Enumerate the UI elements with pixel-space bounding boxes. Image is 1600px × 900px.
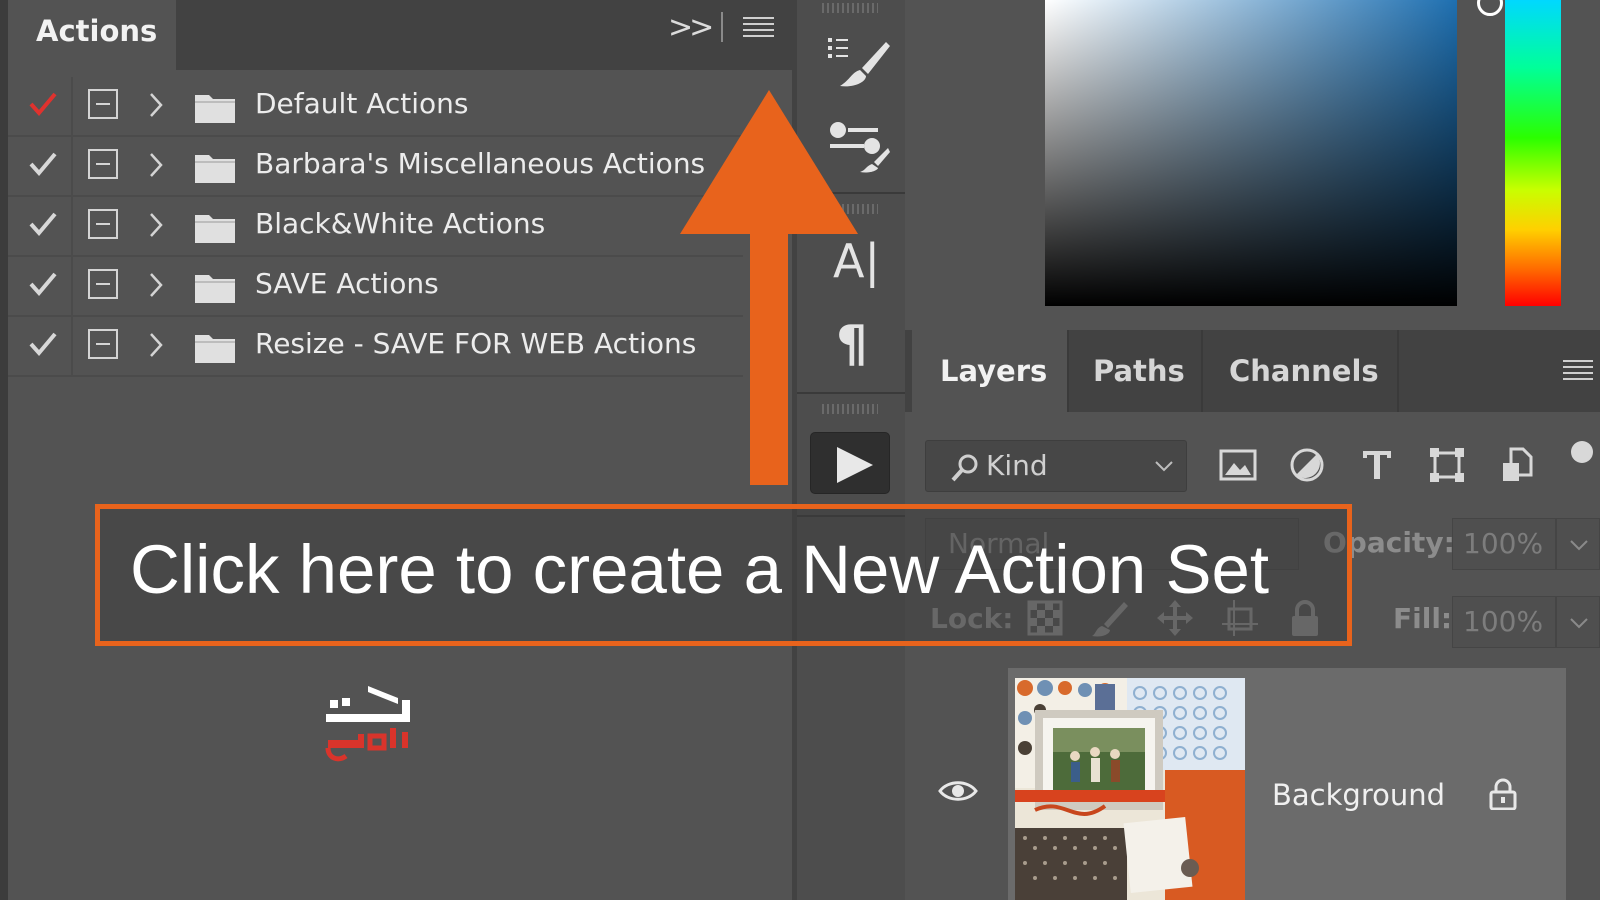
chevron-right-icon[interactable]: [148, 91, 164, 119]
action-set-row[interactable]: SAVE Actions: [8, 257, 743, 317]
tab-label: Channels: [1229, 354, 1379, 388]
chevron-down-icon: [1570, 540, 1588, 551]
strip-grip[interactable]: [822, 404, 878, 414]
folder-icon: [195, 215, 235, 243]
folder-icon: [195, 95, 235, 123]
action-set-label: Default Actions: [255, 87, 469, 120]
callout-text: Click here to create a New Action Set: [130, 531, 1270, 608]
checkmark-icon[interactable]: [28, 209, 58, 239]
layer-name[interactable]: Background: [1272, 778, 1445, 812]
checkmark-icon[interactable]: [28, 329, 58, 359]
paragraph-icon[interactable]: ¶: [836, 315, 868, 373]
actions-menu-icon[interactable]: [743, 17, 774, 37]
smart-object-filter-icon[interactable]: [1497, 445, 1537, 485]
fill-dropdown[interactable]: [1556, 596, 1600, 648]
action-set-row[interactable]: Black&White Actions: [8, 197, 743, 257]
column-divider: [71, 317, 73, 375]
panel-edge: [0, 0, 8, 900]
action-set-label: Resize - SAVE FOR WEB Actions: [255, 327, 697, 360]
tab-paths[interactable]: Paths: [1067, 330, 1203, 412]
eye-icon[interactable]: [938, 778, 978, 804]
tab-label: Layers: [940, 354, 1048, 388]
tab-label: Paths: [1093, 354, 1185, 388]
action-set-label: Barbara's Miscellaneous Actions: [255, 147, 706, 180]
action-set-row[interactable]: Default Actions: [8, 77, 743, 137]
collapse-panel-icon[interactable]: >>: [668, 10, 714, 45]
character-icon[interactable]: A|: [833, 234, 880, 288]
dialog-toggle-icon[interactable]: [88, 89, 118, 119]
strip-grip[interactable]: [822, 3, 878, 13]
folder-icon: [195, 155, 235, 183]
fill-value: 100%: [1463, 605, 1544, 638]
checkmark-icon[interactable]: [28, 149, 58, 179]
chevron-right-icon[interactable]: [148, 151, 164, 179]
action-set-label: SAVE Actions: [255, 267, 439, 300]
fill-label: Fill:: [1393, 602, 1453, 635]
chevron-right-icon[interactable]: [148, 211, 164, 239]
play-action-button[interactable]: [810, 432, 890, 494]
header-divider: [721, 12, 723, 42]
shape-layer-filter-icon[interactable]: [1427, 445, 1467, 485]
checkmark-icon[interactable]: [28, 269, 58, 299]
column-divider: [71, 77, 73, 135]
dialog-toggle-icon[interactable]: [88, 269, 118, 299]
watermark-logo: [325, 686, 410, 762]
column-divider: [71, 257, 73, 315]
type-layer-filter-icon[interactable]: [1357, 445, 1397, 485]
dialog-toggle-icon[interactable]: [88, 149, 118, 179]
strip-divider: [797, 392, 905, 394]
chevron-right-icon[interactable]: [148, 331, 164, 359]
column-divider: [71, 197, 73, 255]
tab-actions[interactable]: Actions: [8, 0, 176, 70]
checkmark-icon[interactable]: [28, 89, 58, 119]
play-icon: [837, 447, 873, 483]
chevron-right-icon[interactable]: [148, 271, 164, 299]
tab-channels[interactable]: Channels: [1201, 330, 1399, 412]
chevron-down-icon: [1570, 618, 1588, 629]
arrow-up-icon: [680, 90, 858, 234]
dialog-toggle-icon[interactable]: [88, 329, 118, 359]
adjustment-layer-filter-icon[interactable]: [1287, 445, 1327, 485]
folder-icon: [195, 335, 235, 363]
action-set-label: Black&White Actions: [255, 207, 546, 240]
folder-icon: [195, 275, 235, 303]
color-picker-field[interactable]: [1045, 0, 1457, 306]
pixel-layer-filter-icon[interactable]: [1218, 445, 1258, 485]
tab-layers[interactable]: Layers: [912, 330, 1067, 412]
opacity-input[interactable]: 100%: [1452, 518, 1556, 570]
callout-arrow-shaft: [750, 232, 788, 485]
actions-tab-label: Actions: [36, 14, 158, 48]
kind-filter-select[interactable]: Kind: [925, 440, 1187, 492]
action-set-list: Default Actions Barbara's Miscellaneous A…: [8, 77, 743, 377]
dialog-toggle-icon[interactable]: [88, 209, 118, 239]
action-set-row[interactable]: Barbara's Miscellaneous Actions: [8, 137, 743, 197]
layer-thumbnail[interactable]: [1015, 678, 1245, 900]
chevron-down-icon: [1155, 461, 1173, 472]
column-divider: [71, 137, 73, 195]
fill-input[interactable]: 100%: [1452, 596, 1556, 648]
kind-filter-value: Kind: [986, 449, 1048, 482]
search-icon: [951, 454, 978, 482]
lock-icon[interactable]: [1488, 778, 1518, 810]
brush-settings-icon[interactable]: [826, 34, 892, 94]
layers-menu-icon[interactable]: [1563, 360, 1593, 380]
filter-toggle-icon[interactable]: [1562, 440, 1600, 480]
action-set-row[interactable]: Resize - SAVE FOR WEB Actions: [8, 317, 743, 377]
hue-slider[interactable]: [1505, 0, 1561, 306]
opacity-value: 100%: [1463, 527, 1544, 560]
opacity-dropdown[interactable]: [1556, 518, 1600, 570]
